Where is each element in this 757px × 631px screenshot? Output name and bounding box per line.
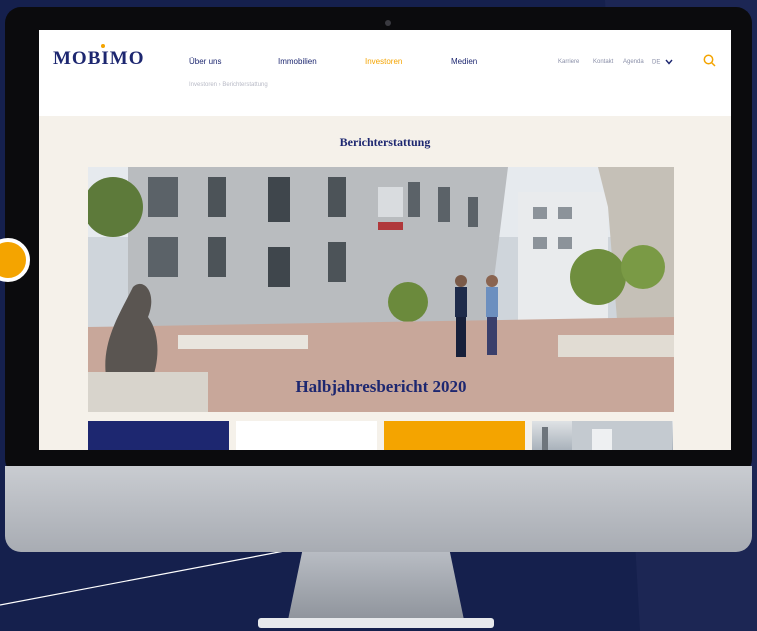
tile-orange[interactable]: [384, 421, 525, 450]
language-label: DE: [652, 59, 661, 66]
hero-photo-illustration: [88, 167, 674, 412]
tile-navy[interactable]: [88, 421, 229, 450]
tile-photo-illustration: [542, 421, 672, 450]
mobimo-logo[interactable]: MOBIMO: [53, 48, 145, 70]
tile-photo[interactable]: [532, 421, 673, 450]
chevron-down-icon: [665, 59, 673, 65]
nav-item-medien[interactable]: Medien: [451, 57, 477, 66]
monitor-chin: [5, 466, 752, 552]
tile-white[interactable]: [236, 421, 377, 450]
website-screen: MOBIMO Über uns Immobilien Investoren Me…: [39, 30, 731, 450]
language-select[interactable]: DE: [652, 59, 673, 66]
nav-item-investoren[interactable]: Investoren: [365, 57, 402, 66]
monitor-stand-base: [258, 618, 494, 628]
util-link-agenda[interactable]: Agenda: [623, 59, 644, 65]
site-header: MOBIMO Über uns Immobilien Investoren Me…: [39, 30, 731, 116]
hero-image[interactable]: Halbjahresbericht 2020: [88, 167, 674, 412]
nav-item-immobilien[interactable]: Immobilien: [278, 57, 317, 66]
search-icon[interactable]: [703, 54, 716, 67]
monitor-stand: [288, 552, 464, 620]
breadcrumb[interactable]: Investoren › Berichterstattung: [189, 82, 268, 88]
logo-accent-dot: [101, 44, 105, 48]
camera-icon: [385, 20, 391, 26]
util-link-karriere[interactable]: Karriere: [558, 59, 579, 65]
nav-item-ueber-uns[interactable]: Über uns: [189, 57, 221, 66]
page-title: Berichterstattung: [339, 135, 431, 149]
hero-caption: Halbjahresbericht 2020: [295, 377, 467, 396]
util-link-kontakt[interactable]: Kontakt: [593, 59, 613, 65]
